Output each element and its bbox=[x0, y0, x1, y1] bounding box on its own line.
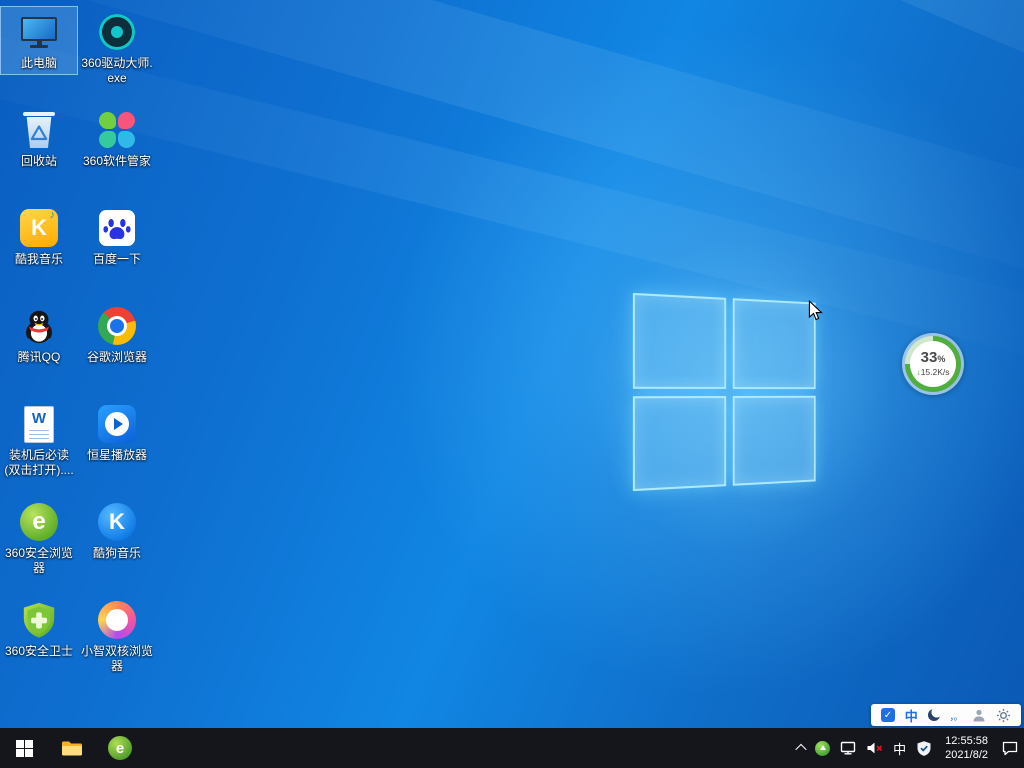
tray-time: 12:55:58 bbox=[945, 734, 988, 748]
action-center-button[interactable] bbox=[996, 728, 1024, 768]
windows-logo-glow bbox=[555, 225, 925, 565]
icon-label: 回收站 bbox=[21, 154, 57, 169]
ime-toolbar: ✓ 中 ，。 bbox=[871, 704, 1021, 726]
ime-chinese-mode[interactable]: 中 bbox=[905, 706, 918, 725]
percent-value: 33% bbox=[921, 350, 946, 367]
windows-logo-pane bbox=[633, 293, 726, 389]
speaker-muted-icon bbox=[866, 740, 883, 756]
desktop-icon-this-pc[interactable]: 此电脑 bbox=[0, 6, 78, 75]
play-button-icon bbox=[98, 403, 136, 445]
icon-label: 360安全卫士 bbox=[5, 644, 73, 659]
windows-logo-pane bbox=[732, 395, 815, 485]
desktop-icon-kuwo-music[interactable]: K♪ 酷我音乐 bbox=[0, 202, 78, 271]
pinwheel-icon bbox=[99, 109, 135, 151]
light-beam bbox=[294, 0, 1024, 212]
download-speed: ↓15.2K/s bbox=[916, 367, 949, 378]
baidu-paw-icon bbox=[99, 207, 135, 249]
windows-logo-wallpaper bbox=[633, 293, 816, 491]
file-explorer-button[interactable] bbox=[48, 728, 96, 768]
kuwo-music-icon: K♪ bbox=[20, 207, 58, 249]
user-icon[interactable] bbox=[972, 708, 986, 723]
desktop-icon-tencent-qq[interactable]: 腾讯QQ bbox=[0, 300, 78, 369]
taskbar: e 中 12:55:58 2021/8/2 bbox=[0, 728, 1024, 768]
icon-label: 360安全浏览器 bbox=[2, 546, 76, 576]
shield-check-icon bbox=[916, 740, 932, 757]
desktop-icon-stellar-player[interactable]: 恒星播放器 bbox=[78, 398, 156, 467]
desktop-icon-baidu[interactable]: 百度一下 bbox=[78, 202, 156, 271]
360-speedball-tray-icon[interactable] bbox=[810, 728, 835, 768]
gauge-icon bbox=[99, 11, 135, 53]
system-tray: 中 12:55:58 2021/8/2 bbox=[792, 728, 1024, 768]
network-speed-widget[interactable]: 33% ↓15.2K/s bbox=[902, 333, 964, 395]
desktop-icon-360-safe-browser[interactable]: e 360安全浏览器 bbox=[0, 496, 78, 580]
volume-tray-icon[interactable] bbox=[861, 728, 888, 768]
shield-icon bbox=[20, 599, 58, 641]
360-browser-icon: e bbox=[108, 736, 132, 760]
ethernet-icon bbox=[840, 740, 856, 756]
ime-tray-indicator[interactable]: 中 bbox=[888, 728, 911, 768]
icon-label: 酷狗音乐 bbox=[93, 546, 141, 561]
icon-label: 恒星播放器 bbox=[87, 448, 147, 463]
tray-date: 2021/8/2 bbox=[945, 748, 988, 762]
desktop-icon-kugou-music[interactable]: K 酷狗音乐 bbox=[78, 496, 156, 565]
360-browser-taskbar-button[interactable]: e bbox=[96, 728, 144, 768]
icon-label: 百度一下 bbox=[93, 252, 141, 267]
icon-label: 360软件管家 bbox=[83, 154, 151, 169]
desktop-icon-recycle-bin[interactable]: 回收站 bbox=[0, 104, 78, 173]
icon-label: 谷歌浏览器 bbox=[87, 350, 147, 365]
desktop-icon-xiaozhi-browser[interactable]: 小智双核浏览器 bbox=[78, 594, 156, 678]
desktop-icon-google-chrome[interactable]: 谷歌浏览器 bbox=[78, 300, 156, 369]
green-ball-icon bbox=[815, 741, 830, 756]
this-pc-icon bbox=[21, 11, 57, 53]
notification-bubble-icon bbox=[1001, 740, 1019, 757]
qq-penguin-icon bbox=[20, 305, 58, 347]
desktop-icon-grid: 此电脑 回收站 K♪ 酷我音乐 bbox=[0, 6, 156, 692]
icon-label: 腾讯QQ bbox=[18, 350, 61, 365]
icon-label: 360驱动大师.exe bbox=[80, 56, 154, 86]
mouse-cursor bbox=[806, 300, 826, 327]
windows-logo-pane bbox=[633, 396, 726, 492]
chevron-up-icon bbox=[795, 744, 806, 755]
show-hidden-icons-button[interactable] bbox=[792, 728, 810, 768]
recycle-bin-icon bbox=[23, 109, 55, 151]
music-note-icon: ♪ bbox=[50, 209, 56, 221]
desktop-icon-360-software-manager[interactable]: 360软件管家 bbox=[78, 104, 156, 173]
progress-ring: 33% ↓15.2K/s bbox=[905, 336, 961, 392]
folder-icon bbox=[61, 740, 83, 757]
windows-logo-pane bbox=[732, 298, 815, 388]
ime-logo-icon[interactable]: ✓ bbox=[881, 708, 895, 722]
kugou-icon: K bbox=[98, 501, 136, 543]
desktop-icon-360-security-guard[interactable]: 360安全卫士 bbox=[0, 594, 78, 663]
network-tray-icon[interactable] bbox=[835, 728, 861, 768]
punctuation-mode-icon[interactable]: ，。 bbox=[949, 708, 962, 723]
desktop-icon-360-driver-master[interactable]: 360驱动大师.exe bbox=[78, 6, 156, 90]
security-tray-icon[interactable] bbox=[911, 728, 937, 768]
start-button[interactable] bbox=[0, 728, 48, 768]
tray-clock[interactable]: 12:55:58 2021/8/2 bbox=[937, 734, 996, 762]
document-icon: W bbox=[24, 403, 54, 445]
icon-label: 装机后必读(双击打开).... bbox=[2, 448, 76, 478]
gear-icon[interactable] bbox=[996, 708, 1011, 723]
360-browser-icon: e bbox=[20, 501, 58, 543]
moon-icon[interactable] bbox=[928, 709, 940, 721]
icon-label: 此电脑 bbox=[21, 56, 57, 71]
icon-label: 酷我音乐 bbox=[15, 252, 63, 267]
windows-start-icon bbox=[16, 740, 33, 757]
icon-label: 小智双核浏览器 bbox=[80, 644, 154, 674]
chrome-icon bbox=[98, 305, 136, 347]
swirl-ring-icon bbox=[98, 599, 136, 641]
desktop-icon-readme-doc[interactable]: W 装机后必读(双击打开).... bbox=[0, 398, 78, 482]
